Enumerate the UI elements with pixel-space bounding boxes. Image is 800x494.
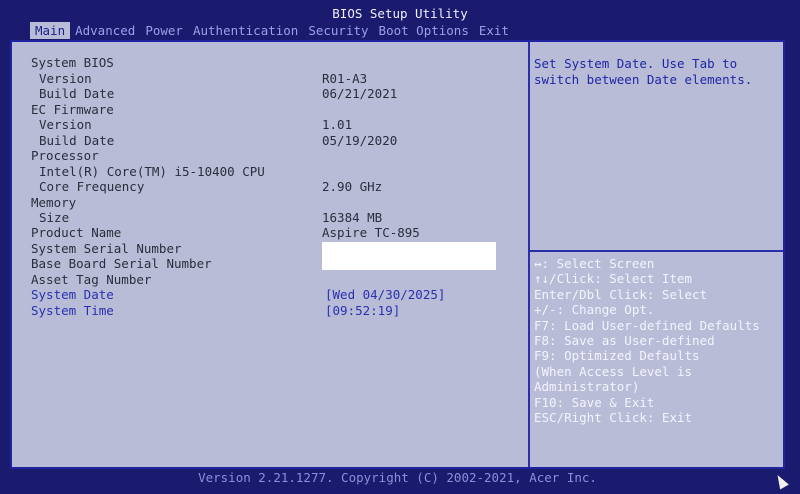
memory-size-value: 16384 MB: [322, 210, 383, 225]
tab-bar: Main Advanced Power Authentication Secur…: [30, 22, 514, 39]
key-access-level-note: (When Access Level is: [534, 363, 693, 379]
system-date-label[interactable]: System Date: [31, 287, 114, 302]
bios-build-date-value: 06/21/2021: [322, 86, 398, 101]
asset-tag-label: Asset Tag Number: [31, 272, 152, 287]
core-frequency-label: Core Frequency: [39, 179, 145, 194]
product-name-label: Product Name: [31, 225, 122, 240]
system-time-label[interactable]: System Time: [31, 303, 114, 318]
tab-boot-options[interactable]: Boot Options: [374, 22, 474, 39]
key-select-screen: ↔: Select Screen: [534, 256, 655, 271]
tab-authentication[interactable]: Authentication: [188, 22, 303, 39]
system-bios-label: System BIOS: [31, 55, 114, 70]
product-name-value: Aspire TC-895: [322, 225, 420, 240]
bios-screen: BIOS Setup Utility Main Advanced Power A…: [0, 0, 800, 494]
key-f8-save-defaults: F8: Save as User-defined: [534, 333, 715, 349]
tab-security[interactable]: Security: [303, 22, 373, 39]
bios-version-label: Version: [39, 71, 92, 86]
redacted-serial-box: [322, 242, 496, 270]
processor-label: Processor: [31, 148, 99, 163]
key-f10-save-exit: F10: Save & Exit: [534, 394, 655, 410]
core-frequency-value: 2.90 GHz: [322, 179, 383, 194]
help-panel: Set System Date. Use Tab to switch betwe…: [530, 42, 783, 467]
key-esc-exit: ESC/Right Click: Exit: [534, 410, 693, 426]
key-f7-load-defaults: F7: Load User-defined Defaults: [534, 317, 760, 333]
ec-firmware-label: EC Firmware: [31, 102, 114, 117]
memory-label: Memory: [31, 195, 77, 210]
system-date-value[interactable]: [Wed 04/30/2025]: [325, 287, 445, 302]
ec-version-value: 1.01: [322, 117, 353, 132]
tab-main[interactable]: Main: [30, 22, 71, 39]
board-serial-label: Base Board Serial Number: [31, 256, 212, 271]
main-panel: System BIOS Version R01-A3 Build Date 06…: [10, 40, 785, 469]
version-footer: Version 2.21.1277. Copyright (C) 2002-20…: [198, 470, 597, 485]
tab-advanced[interactable]: Advanced: [70, 22, 140, 39]
cpu-name: Intel(R) Core(TM) i5-10400 CPU: [39, 164, 265, 179]
settings-list: System BIOS Version R01-A3 Build Date 06…: [12, 42, 528, 467]
bios-version-value: R01-A3: [322, 71, 368, 86]
help-separator: [530, 250, 783, 252]
help-text: Set System Date. Use Tab to switch betwe…: [534, 56, 753, 87]
key-enter-select: Enter/Dbl Click: Select: [534, 286, 708, 302]
tab-exit[interactable]: Exit: [474, 22, 514, 39]
system-serial-label: System Serial Number: [31, 241, 182, 256]
key-administrator-note: Administrator): [534, 379, 640, 395]
key-select-item: ↑↓/Click: Select Item: [534, 271, 693, 287]
bios-build-date-label: Build Date: [39, 86, 115, 101]
system-time-value[interactable]: [09:52:19]: [325, 303, 400, 318]
ec-build-date-label: Build Date: [39, 133, 115, 148]
bios-title: BIOS Setup Utility: [332, 6, 468, 21]
ec-build-date-value: 05/19/2020: [322, 133, 398, 148]
tab-power[interactable]: Power: [140, 22, 188, 39]
memory-size-label: Size: [39, 210, 70, 225]
key-f9-optimized: F9: Optimized Defaults: [534, 348, 700, 364]
ec-version-label: Version: [39, 117, 92, 132]
key-legend: ↔: Select Screen ↑↓/Click: Select Item E…: [534, 256, 779, 425]
key-change-opt: +/-: Change Opt.: [534, 302, 655, 318]
